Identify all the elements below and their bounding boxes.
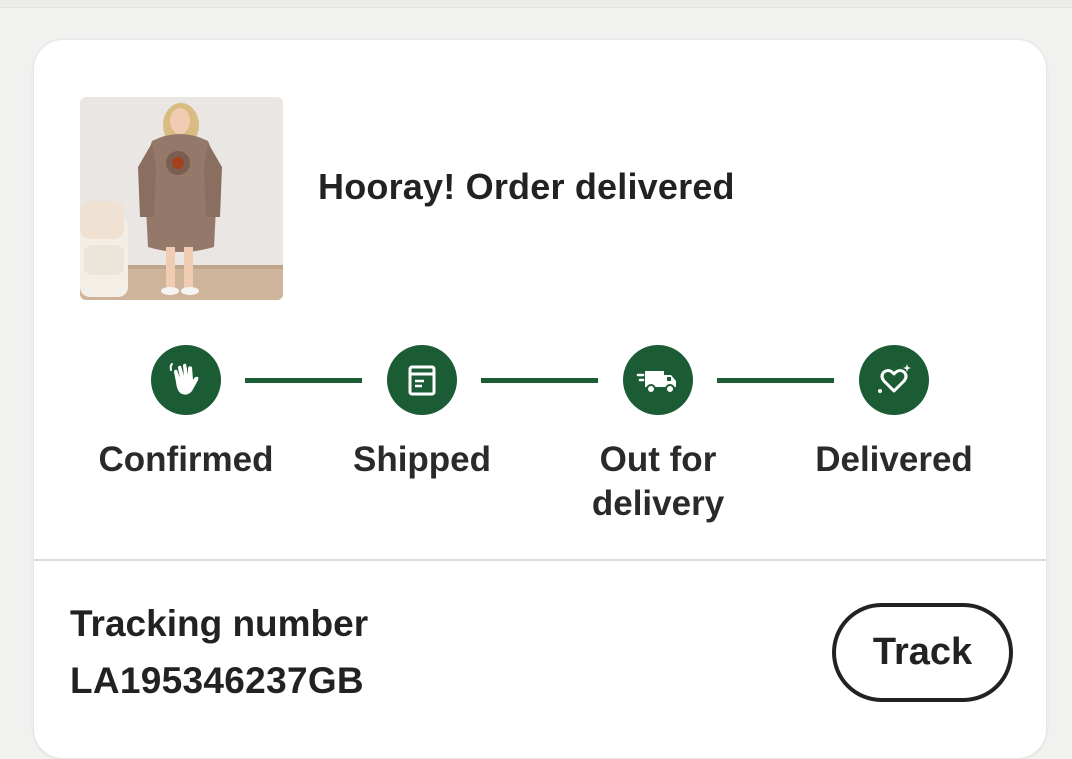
product-photo-illustration bbox=[80, 97, 283, 300]
order-status-title: Hooray! Order delivered bbox=[318, 166, 735, 207]
step-out-for-delivery-label: Out for delivery bbox=[591, 440, 725, 523]
waving-hand-icon bbox=[169, 363, 199, 395]
section-divider bbox=[34, 559, 1046, 561]
delivery-truck-icon bbox=[636, 371, 676, 394]
progress-line-3 bbox=[717, 378, 834, 383]
step-delivered-label: Delivered bbox=[815, 440, 973, 479]
step-confirmed-indicator bbox=[151, 345, 221, 415]
progress-line-1 bbox=[245, 378, 362, 383]
top-strip bbox=[0, 0, 1072, 8]
tracking-number-value[interactable]: LA195346237GB bbox=[70, 660, 364, 702]
step-shipped-label: Shipped bbox=[352, 440, 492, 479]
product-image[interactable] bbox=[80, 97, 283, 300]
step-delivered-indicator bbox=[859, 345, 929, 415]
tracking-number-label: Tracking number bbox=[70, 603, 369, 644]
order-status-card: Hooray! Order delivered Confirmed Shippe… bbox=[33, 39, 1047, 759]
package-box-icon bbox=[408, 365, 436, 396]
step-confirmed-label: Confirmed bbox=[98, 440, 274, 479]
track-button[interactable]: Track bbox=[832, 603, 1013, 702]
step-out-for-delivery-indicator bbox=[623, 345, 693, 415]
sparkle-heart-icon bbox=[878, 364, 911, 393]
progress-line-2 bbox=[481, 378, 598, 383]
step-shipped-indicator bbox=[387, 345, 457, 415]
